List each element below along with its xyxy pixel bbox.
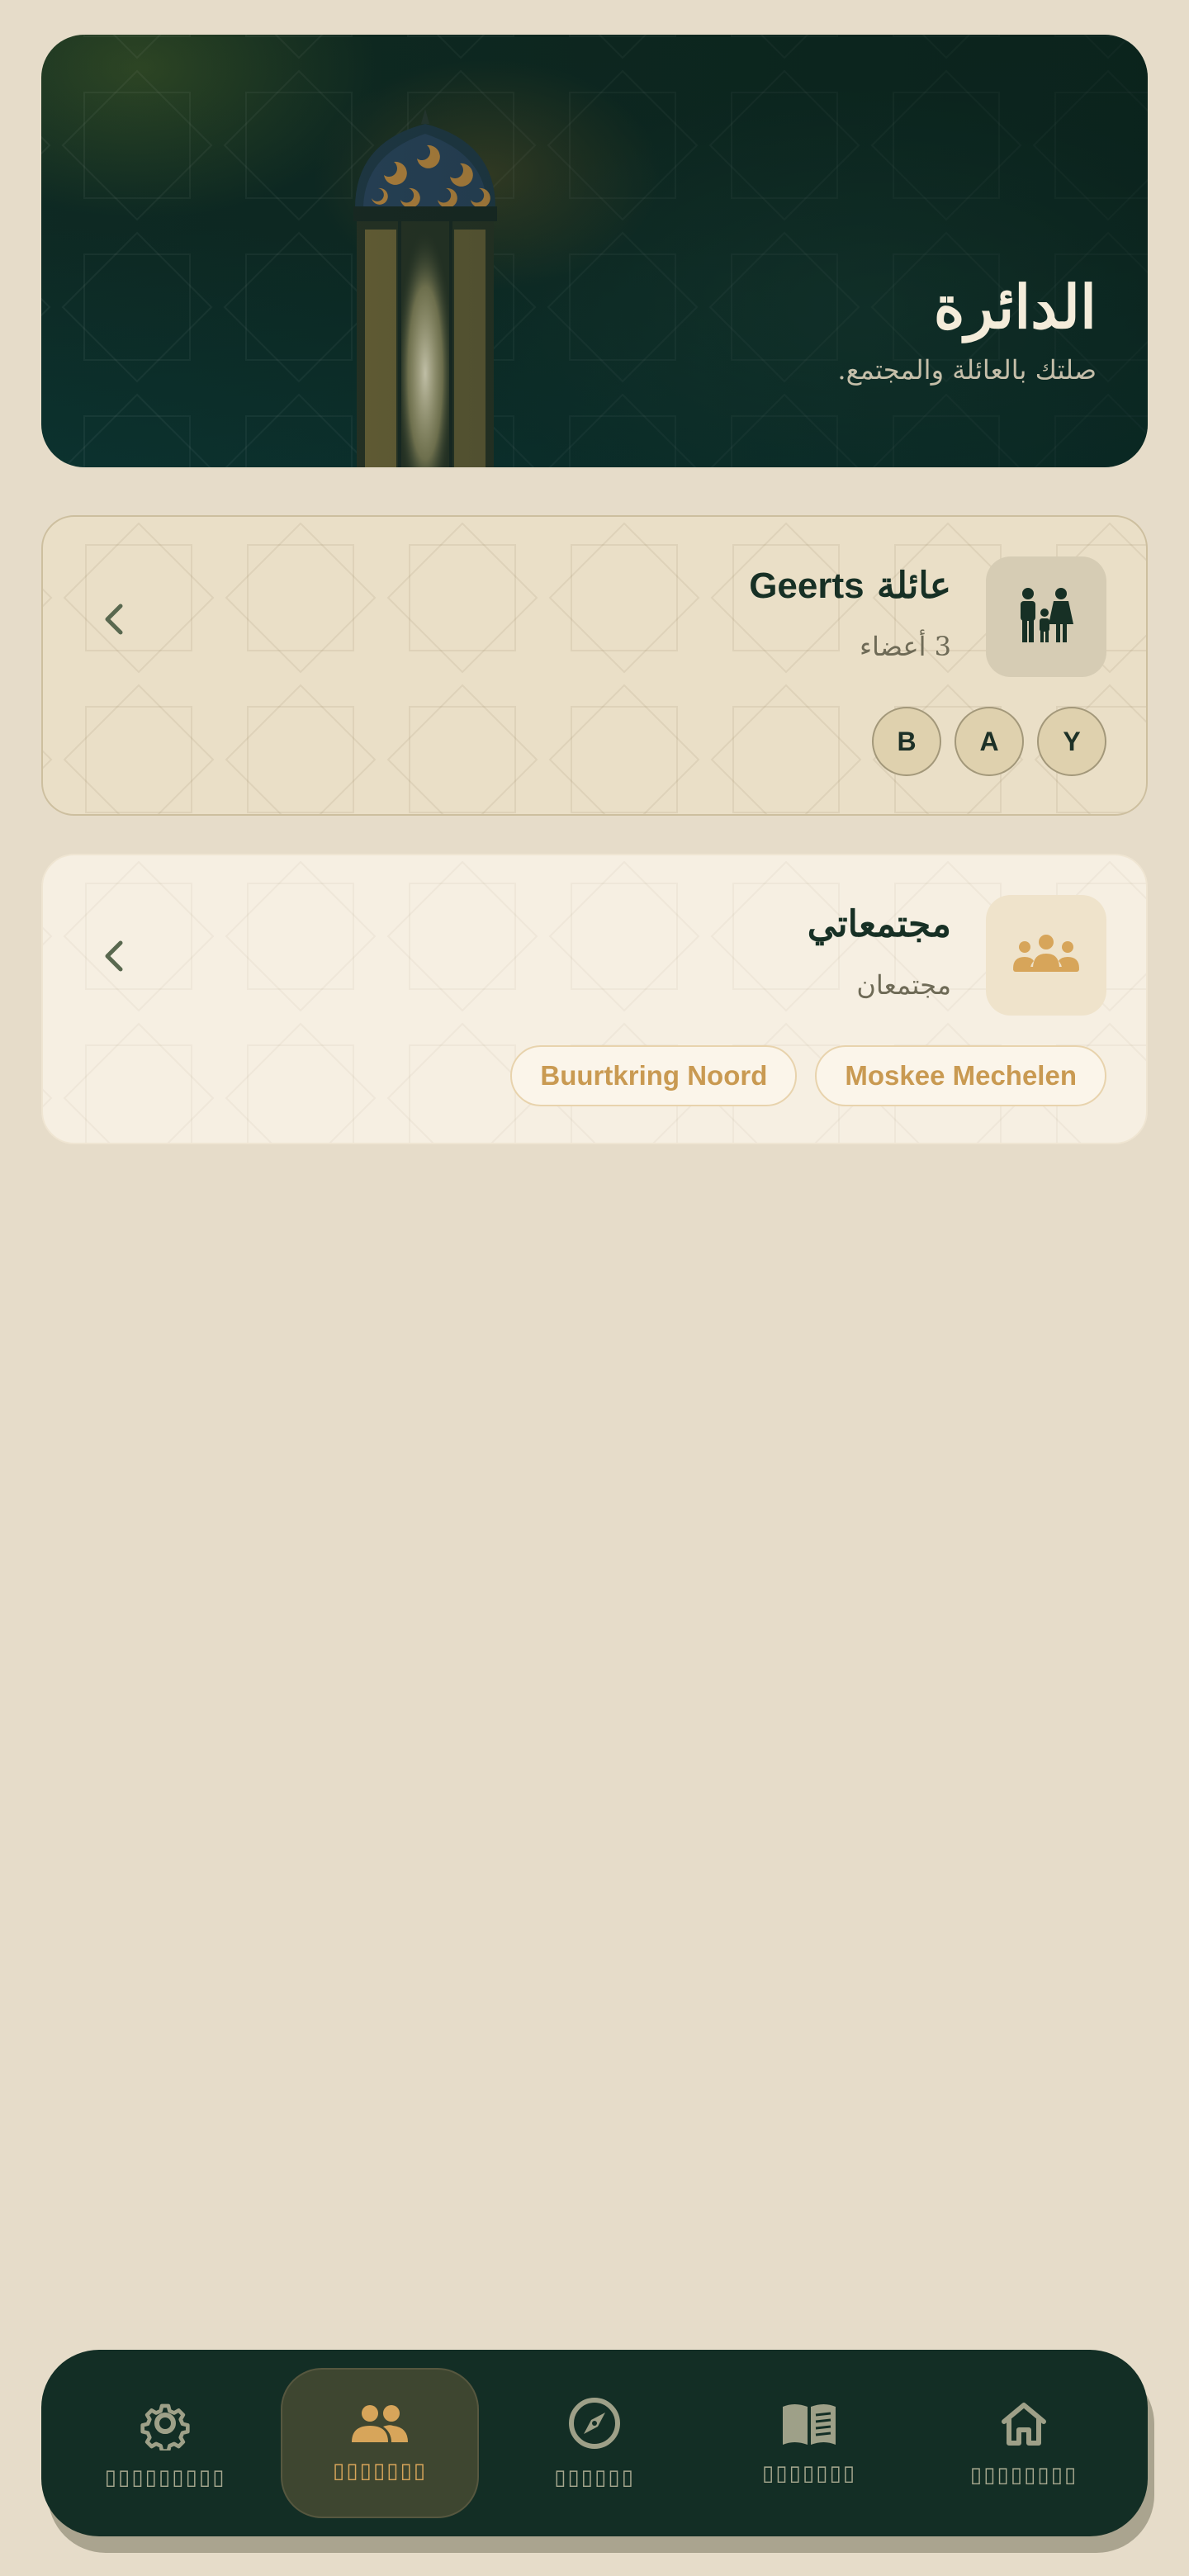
chevron-left-icon[interactable] <box>99 601 129 637</box>
hero-text: الدائرة صلتك بالعائلة والمجتمع. <box>837 274 1097 386</box>
family-icon-tile <box>986 556 1106 677</box>
avatar[interactable]: A <box>955 707 1024 776</box>
chevron-left-icon[interactable] <box>99 938 129 974</box>
community-chip[interactable]: Buurtkring Noord <box>510 1045 798 1106</box>
people-icon <box>350 2403 410 2444</box>
family-title-prefix: عائلة <box>876 565 951 607</box>
nav-label: ▯▯▯▯▯▯▯▯ <box>969 2463 1078 2488</box>
community-chips: Moskee Mechelen Buurtkring Noord <box>510 1045 1106 1106</box>
family-name: Geerts <box>749 566 865 606</box>
compass-icon <box>567 2396 622 2451</box>
community-card[interactable]: مجتمعاتي مجتمعان Moskee Mechelen Buurtkr… <box>41 854 1148 1144</box>
nav-item-book[interactable]: ▯▯▯▯▯▯▯ <box>710 2368 908 2518</box>
hero-banner: الدائرة صلتك بالعائلة والمجتمع. <box>41 35 1148 467</box>
member-avatars: Y A B <box>872 707 1106 776</box>
bottom-nav: ▯▯▯▯▯▯▯▯ ▯▯▯▯▯▯▯ ▯▯▯▯▯▯ ▯▯▯▯▯▯▯ ▯▯▯▯▯▯▯▯… <box>41 2350 1148 2536</box>
community-chip[interactable]: Moskee Mechelen <box>815 1045 1106 1106</box>
hero-overlay <box>41 35 1148 467</box>
community-title: مجتمعاتي <box>807 903 951 945</box>
family-icon <box>1015 586 1078 647</box>
page-subtitle: صلتك بالعائلة والمجتمع. <box>837 354 1097 386</box>
nav-item-compass[interactable]: ▯▯▯▯▯▯ <box>495 2368 694 2518</box>
groups-icon-tile <box>986 895 1106 1016</box>
family-title: عائلة Geerts <box>749 565 951 607</box>
family-card[interactable]: عائلة Geerts 3 أعضاء Y A B <box>41 515 1148 816</box>
groups-icon <box>1013 930 1079 980</box>
community-count: مجتمعان <box>856 969 951 1001</box>
gear-icon <box>138 2396 192 2451</box>
nav-item-settings[interactable]: ▯▯▯▯▯▯▯▯▯ <box>66 2368 264 2518</box>
nav-label: ▯▯▯▯▯▯ <box>554 2465 635 2490</box>
avatar[interactable]: Y <box>1037 707 1106 776</box>
nav-item-home[interactable]: ▯▯▯▯▯▯▯▯ <box>925 2368 1123 2518</box>
home-icon <box>997 2398 1050 2448</box>
page-title: الدائرة <box>933 272 1097 342</box>
nav-label: ▯▯▯▯▯▯▯▯▯ <box>104 2465 226 2490</box>
avatar[interactable]: B <box>872 707 941 776</box>
family-member-count: 3 أعضاء <box>859 631 951 662</box>
book-icon <box>779 2400 839 2446</box>
nav-item-people[interactable]: ▯▯▯▯▯▯▯ <box>281 2368 479 2518</box>
nav-label: ▯▯▯▯▯▯▯ <box>761 2461 857 2486</box>
nav-label: ▯▯▯▯▯▯▯ <box>332 2459 428 2484</box>
